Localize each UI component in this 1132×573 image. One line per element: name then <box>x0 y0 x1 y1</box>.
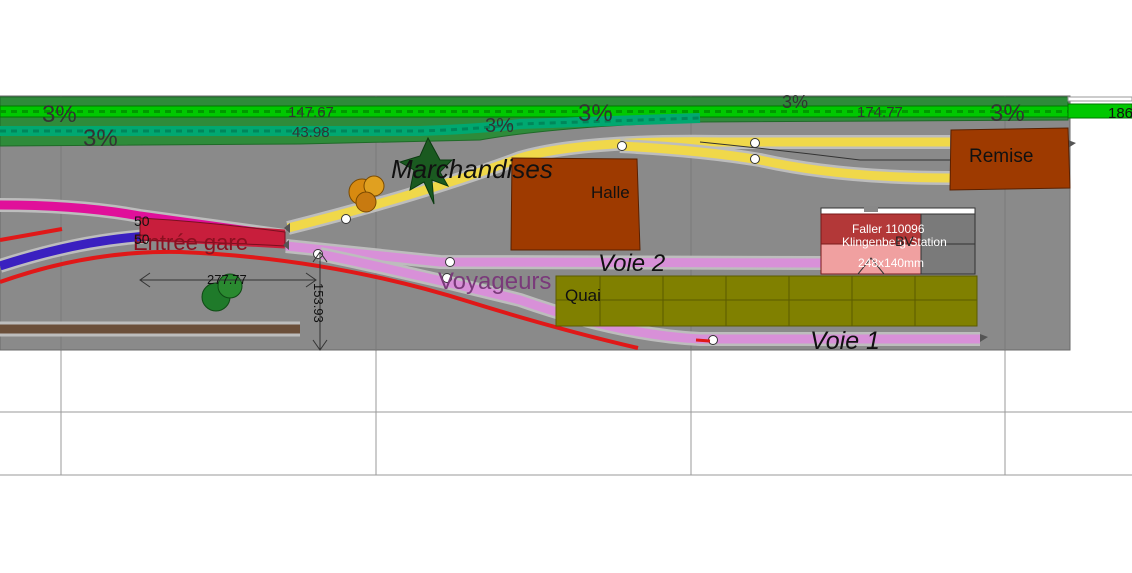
edge-strip <box>1067 96 1132 102</box>
slope-label: 3% <box>83 125 118 152</box>
goods-hall-label: Halle <box>591 183 630 202</box>
length-label: 186 <box>1108 105 1132 122</box>
slope-label: 3% <box>485 115 514 137</box>
turnout-marker[interactable] <box>445 257 455 267</box>
length-label: 174.77 <box>857 104 903 121</box>
slope-label: 3% <box>578 100 613 127</box>
zone-label: Marchandises <box>391 154 553 184</box>
platform-label: Quai <box>565 286 601 305</box>
slope-label: 3% <box>990 100 1025 127</box>
zone-label: Entrée gare <box>133 230 248 255</box>
platform[interactable] <box>555 275 978 327</box>
radius-label: 50 <box>134 213 150 229</box>
radius-label: 50 <box>134 231 150 247</box>
length-label: 147.67 <box>288 104 334 121</box>
station-model-label: 248x140mm <box>858 256 924 270</box>
slope-label: 3% <box>42 101 77 128</box>
station-model-label: Faller 110096 <box>852 222 925 236</box>
turnout-marker[interactable] <box>750 154 760 164</box>
zone-label: Voie 1 <box>810 327 880 355</box>
layout-canvas[interactable]: 3% 3% 3% 3% 3% 3% 147.67 43.98 174.77 18… <box>0 0 1132 573</box>
zone-label: Voyageurs <box>438 268 551 295</box>
dimension-label: 153.93 <box>311 283 326 323</box>
turnout-marker[interactable] <box>617 141 627 151</box>
zone-label: Voie 2 <box>598 250 665 277</box>
dimension-label: 277.77 <box>207 272 247 287</box>
length-label: 43.98 <box>292 124 330 141</box>
turnout-marker[interactable] <box>341 214 351 224</box>
red-line[interactable] <box>695 338 711 343</box>
engine-shed-label: Remise <box>969 146 1033 167</box>
slope-label: 3% <box>782 92 808 112</box>
turnout-marker[interactable] <box>750 138 760 148</box>
station-bv-label: BV <box>895 233 914 249</box>
